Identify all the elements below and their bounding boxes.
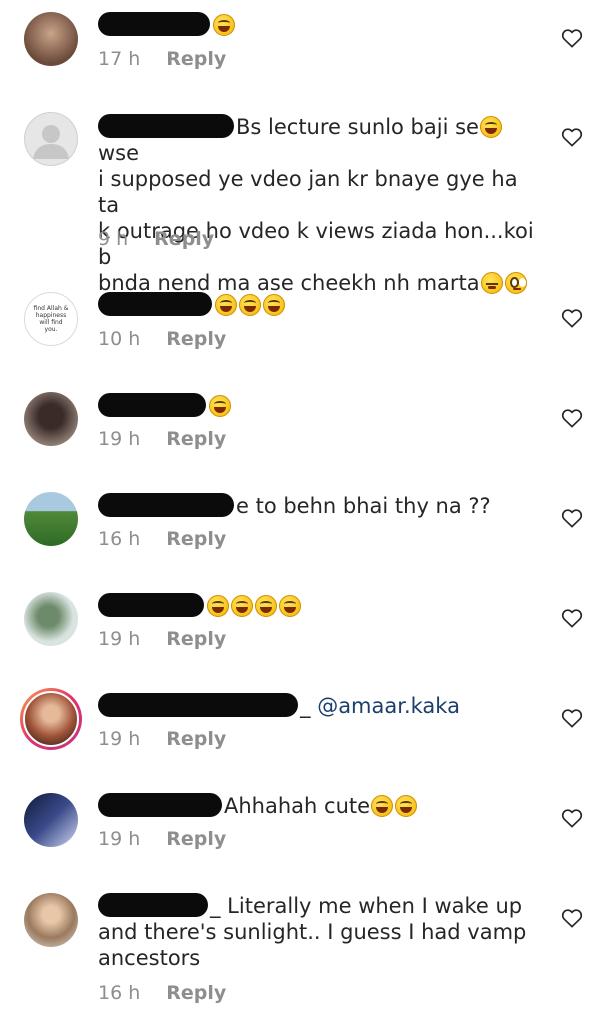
avatar[interactable] xyxy=(24,592,78,646)
comment-meta: 19 h Reply xyxy=(98,728,226,750)
comment-text: _ @amaar.kaka xyxy=(98,693,538,719)
comment-text-line1b: wse xyxy=(98,141,140,165)
heart-outline-icon[interactable] xyxy=(561,408,583,428)
grinning-sweat-emoji xyxy=(213,14,235,36)
heart-outline-icon[interactable] xyxy=(561,608,583,628)
heart-outline-icon[interactable] xyxy=(561,908,583,928)
avatar[interactable] xyxy=(20,688,82,750)
comment-text-line3: ancestors xyxy=(98,946,201,970)
comment-time: 19 h xyxy=(98,728,141,750)
comment-text xyxy=(98,12,538,38)
comment-time: 19 h xyxy=(98,628,141,650)
comment-text: Bs lecture sunlo baji se wse i supposed y… xyxy=(98,114,538,296)
comment-text xyxy=(98,292,538,318)
grinning-sweat-emoji xyxy=(371,795,394,817)
comment-meta: 16 h Reply xyxy=(98,982,226,1004)
comment-text-line1: e to behn bhai thy na ?? xyxy=(236,494,491,518)
comment-text-line1: _ xyxy=(300,694,318,718)
avatar-text: find Allah & happiness will find you. xyxy=(33,305,69,333)
comment-text-line2: i supposed ye vdeo jan kr bnaye gye ha t… xyxy=(98,167,518,217)
comment-text: e to behn bhai thy na ?? xyxy=(98,493,538,519)
eye-roll-emoji xyxy=(504,272,527,294)
comment-meta: 16 h Reply xyxy=(98,528,226,550)
avatar[interactable]: find Allah & happiness will find you. xyxy=(24,292,78,346)
reply-button[interactable]: Reply xyxy=(166,428,226,450)
reply-button[interactable]: Reply xyxy=(166,528,226,550)
avatar[interactable] xyxy=(24,112,78,166)
heart-outline-icon[interactable] xyxy=(561,708,583,728)
comment-text-line1: _ Literally me when I wake up xyxy=(210,894,523,918)
reply-button[interactable]: Reply xyxy=(166,48,226,70)
comment-meta: 9 h Reply xyxy=(98,228,214,250)
reply-button[interactable]: Reply xyxy=(166,982,226,1004)
comment-text-line1: Bs lecture sunlo baji se xyxy=(236,115,479,139)
grinning-sweat-emoji xyxy=(207,595,229,617)
heart-outline-icon[interactable] xyxy=(561,127,583,147)
comment-meta: 19 h Reply xyxy=(98,828,226,850)
grinning-sweat-emoji xyxy=(215,294,237,316)
redacted-username xyxy=(98,793,222,817)
comment-text-line2: and there's sunlight.. I guess I had vam… xyxy=(98,920,527,944)
comment-text xyxy=(98,593,538,619)
avatar[interactable] xyxy=(24,392,78,446)
comment-text-line1: Ahhahah cute xyxy=(224,794,371,818)
redacted-username xyxy=(98,292,212,316)
comment-meta: 19 h Reply xyxy=(98,628,226,650)
redacted-username xyxy=(98,693,298,717)
heart-outline-icon[interactable] xyxy=(561,308,583,328)
reply-button[interactable]: Reply xyxy=(166,728,226,750)
redacted-username xyxy=(98,393,206,417)
grinning-sweat-emoji xyxy=(479,116,502,138)
reply-button[interactable]: Reply xyxy=(166,628,226,650)
grinning-sweat-emoji xyxy=(263,294,285,316)
avatar-photo xyxy=(23,691,79,747)
grinning-sweat-emoji xyxy=(395,795,418,817)
redacted-username xyxy=(98,593,204,617)
mention-link[interactable]: @amaar.kaka xyxy=(317,694,460,718)
comment-text xyxy=(98,393,538,419)
comment-time: 9 h xyxy=(98,228,129,250)
redacted-username xyxy=(98,893,208,917)
comment-text: Ahhahah cute xyxy=(98,793,538,819)
avatar[interactable] xyxy=(24,492,78,546)
comment-time: 19 h xyxy=(98,428,141,450)
redacted-username xyxy=(98,493,234,517)
comment-time: 17 h xyxy=(98,48,141,70)
heart-outline-icon[interactable] xyxy=(561,508,583,528)
reply-button[interactable]: Reply xyxy=(154,228,214,250)
redacted-username xyxy=(98,12,210,36)
comment-meta: 10 h Reply xyxy=(98,328,226,350)
redacted-username xyxy=(98,114,234,138)
heart-outline-icon[interactable] xyxy=(561,28,583,48)
comment-meta: 17 h Reply xyxy=(98,48,226,70)
comment-time: 16 h xyxy=(98,982,141,1004)
comment-text: _ Literally me when I wake up and there'… xyxy=(98,893,538,971)
grinning-sweat-emoji xyxy=(231,595,253,617)
default-avatar-icon xyxy=(33,125,69,159)
comment-time: 16 h xyxy=(98,528,141,550)
grinning-sweat-emoji xyxy=(255,595,277,617)
reply-button[interactable]: Reply xyxy=(166,328,226,350)
grinning-sweat-emoji xyxy=(209,395,231,417)
avatar[interactable] xyxy=(24,893,78,947)
reply-button[interactable]: Reply xyxy=(166,828,226,850)
grinning-sweat-emoji xyxy=(279,595,301,617)
heart-outline-icon[interactable] xyxy=(561,808,583,828)
avatar[interactable] xyxy=(24,12,78,66)
comment-time: 19 h xyxy=(98,828,141,850)
comment-time: 10 h xyxy=(98,328,141,350)
grinning-sweat-emoji xyxy=(239,294,261,316)
thinking-face-emoji xyxy=(480,272,503,294)
avatar[interactable] xyxy=(24,793,78,847)
comment-meta: 19 h Reply xyxy=(98,428,226,450)
